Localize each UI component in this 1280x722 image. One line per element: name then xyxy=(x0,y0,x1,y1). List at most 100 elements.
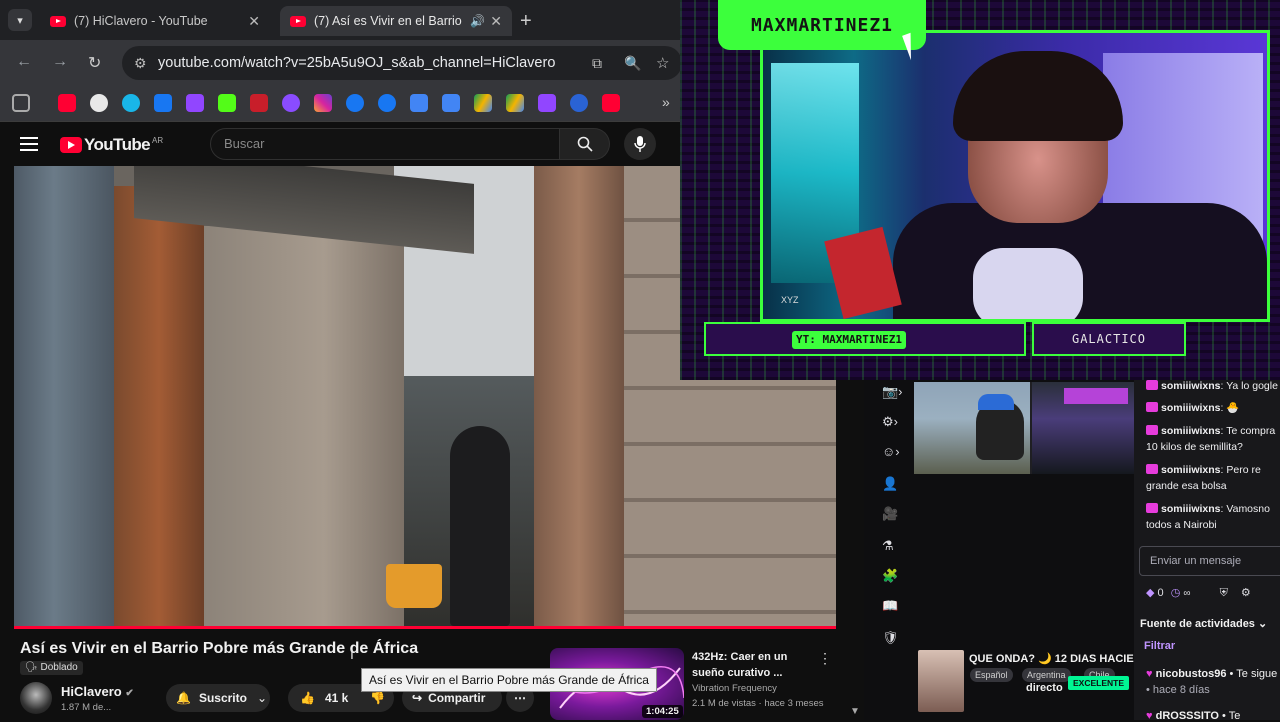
chat-username[interactable]: somiiiwixns xyxy=(1161,464,1221,476)
share-label: Compartir xyxy=(428,691,486,705)
chat-input[interactable]: Enviar un mensaje xyxy=(1139,546,1280,576)
tab-hiclavero[interactable]: (7) HiClavero - YouTube ✕ xyxy=(40,6,270,36)
shield-icon[interactable]: 🛡 xyxy=(882,630,899,646)
chat-settings-icon[interactable]: ⚙ xyxy=(1241,587,1251,599)
tab-title: (7) HiClavero - YouTube xyxy=(74,14,208,28)
edge-bookmark-icon[interactable] xyxy=(122,94,140,112)
subscriber-count: 1.87 M de... xyxy=(61,702,112,713)
search-input[interactable]: Buscar xyxy=(210,128,560,160)
u-bookmark-icon[interactable] xyxy=(570,94,588,112)
audio-playing-icon[interactable]: 🔊 xyxy=(470,14,485,28)
stream-info-thumbnail[interactable] xyxy=(918,650,964,712)
youtube-header: YouTube AR Buscar xyxy=(0,122,680,166)
dubbed-icon: 🗣 xyxy=(25,662,41,673)
tab-search-button[interactable]: ▾ xyxy=(8,9,32,31)
preview-cap xyxy=(978,394,1014,410)
apps-grid-icon[interactable] xyxy=(12,94,30,112)
subscribed-button[interactable]: 🔔 Suscrito ⌄ xyxy=(166,684,270,712)
reload-icon[interactable]: ↻ xyxy=(88,53,101,73)
menu-icon[interactable] xyxy=(20,137,38,151)
address-bar[interactable]: ⚙ youtube.com/watch?v=25bA5u9OJ_s&ab_cha… xyxy=(122,46,682,80)
bookmark-star-icon[interactable]: ☆ xyxy=(656,54,669,72)
site-info-icon[interactable]: ⚙ xyxy=(134,55,154,72)
youtube-handle-bar: YT: MAXMARTINEZ1 xyxy=(704,322,1026,356)
facebook-bookmark-icon-2[interactable] xyxy=(378,94,396,112)
filter-button[interactable]: Filtrar xyxy=(1144,640,1175,652)
youtube-handle: YT: MAXMARTINEZ1 xyxy=(792,331,906,349)
puzzle-icon[interactable]: 🧩 xyxy=(882,568,898,584)
youtube-logo[interactable]: YouTube AR xyxy=(60,135,163,155)
forward-arrow-icon[interactable]: → xyxy=(52,53,68,71)
shield-mode-icon[interactable]: ⛨ xyxy=(1220,587,1228,599)
video-rust-sheet xyxy=(114,186,204,628)
dislike-icon[interactable]: 👎 xyxy=(370,691,385,705)
recommended-menu-icon[interactable]: ⋮ xyxy=(818,650,832,667)
tag-espanol[interactable]: Español xyxy=(970,668,1013,682)
camera-tool-icon[interactable]: 📷› xyxy=(882,384,903,400)
drive-bookmark-icon[interactable] xyxy=(474,94,492,112)
drive-bookmark-icon-2[interactable] xyxy=(506,94,524,112)
purple-bookmark-icon[interactable] xyxy=(282,94,300,112)
close-tab-icon[interactable]: ✕ xyxy=(490,13,502,30)
channel-avatar[interactable] xyxy=(20,682,52,714)
stream-preview[interactable] xyxy=(914,382,1134,474)
facebook-bookmark-icon[interactable] xyxy=(346,94,364,112)
video-progress-bar[interactable] xyxy=(14,626,836,629)
youtube-bookmark-icon[interactable] xyxy=(58,94,76,112)
twitch-bookmark-icon[interactable] xyxy=(186,94,204,112)
live-label: directo xyxy=(1026,682,1063,694)
chat-message: somiiiwixns: 🐣 xyxy=(1146,400,1280,416)
chat-toolbar: ◆ 0 ◷ ∞ ⛨ ⚙ xyxy=(1146,586,1251,600)
more-bookmarks-icon[interactable]: » xyxy=(662,94,670,110)
activity-title-text: Fuente de actividades xyxy=(1140,618,1255,630)
recommended-video-title[interactable]: 432Hz: Caer en un sueño curativo ... xyxy=(692,649,812,681)
search-button[interactable] xyxy=(560,128,610,160)
docs-bookmark-icon[interactable] xyxy=(410,94,428,112)
timer-icon[interactable]: ◷ xyxy=(1171,587,1181,599)
tab-title: (7) Así es Vivir en el Barrio P xyxy=(314,14,464,28)
dashboard-sidebar: 📷› ⚙› ☺› 👤 🎥 ⚗ 🧩 📖 🛡 xyxy=(864,380,912,720)
back-arrow-icon[interactable]: ← xyxy=(16,53,32,71)
activity-username[interactable]: dROSSSITO xyxy=(1156,710,1219,722)
youtube-bookmark-icon-2[interactable] xyxy=(602,94,620,112)
stream-overlay: XYZ MAXMARTINEZ1 YT: MAXMARTINEZ1 GALACT… xyxy=(680,0,1280,380)
video-title: Así es Vivir en el Barrio Pobre más Gran… xyxy=(20,640,419,657)
activity-item: ♥ nicobustos96 • Te sigue • hace 8 días xyxy=(1146,666,1280,698)
twitch-bookmark-icon-2[interactable] xyxy=(538,94,556,112)
docs-bookmark-icon-2[interactable] xyxy=(442,94,460,112)
instagram-bookmark-icon[interactable] xyxy=(314,94,332,112)
chat-username[interactable]: somiiiwixns xyxy=(1161,503,1221,515)
bits-icon[interactable]: ◆ xyxy=(1146,587,1158,599)
preview-neon xyxy=(1064,388,1128,404)
settings-tool-icon[interactable]: ⚙› xyxy=(882,414,898,430)
zoom-icon[interactable]: 🔍 xyxy=(624,55,641,72)
emote-tool-icon[interactable]: ☺› xyxy=(882,444,900,459)
recommended-channel[interactable]: Vibration Frequency xyxy=(692,683,777,694)
activity-username[interactable]: nicobustos96 xyxy=(1156,668,1227,680)
channel-name[interactable]: HiClavero ✔ xyxy=(61,684,134,699)
scroll-down-arrow-icon[interactable]: ▼ xyxy=(850,706,860,717)
voice-search-button[interactable] xyxy=(624,128,656,160)
tag-argentina[interactable]: Argentina xyxy=(1022,668,1071,682)
chat-username[interactable]: somiiiwixns xyxy=(1161,402,1221,414)
stream-title[interactable]: QUE ONDA? 🌙 12 DIAS HACIEND xyxy=(969,652,1135,665)
chat-text: Ya lo gogle xyxy=(1226,380,1278,392)
close-tab-icon[interactable]: ✕ xyxy=(248,13,260,30)
tab-video-active[interactable]: (7) Así es Vivir en el Barrio P 🔊 ✕ xyxy=(280,6,512,36)
add-user-icon[interactable]: 👤 xyxy=(882,476,898,492)
activity-feed-title[interactable]: Fuente de actividades ⌄ xyxy=(1140,617,1267,630)
video-icon[interactable]: 🎥 xyxy=(882,506,898,522)
new-tab-button[interactable]: + xyxy=(520,10,532,33)
red-bookmark-icon[interactable] xyxy=(250,94,268,112)
mod-icon[interactable]: ⚗ xyxy=(882,538,894,554)
kick-bookmark-icon[interactable] xyxy=(218,94,236,112)
meta-bookmark-icon[interactable] xyxy=(154,94,172,112)
like-icon[interactable]: 👍 xyxy=(300,691,315,705)
chat-username[interactable]: somiiiwixns xyxy=(1161,425,1221,437)
chat-username[interactable]: somiiiwixns xyxy=(1161,380,1221,392)
team-name: GALACTICO xyxy=(1071,332,1147,346)
install-app-icon[interactable]: ⧉ xyxy=(592,55,602,72)
openai-bookmark-icon[interactable] xyxy=(90,94,108,112)
book-icon[interactable]: 📖 xyxy=(882,598,898,614)
like-count[interactable]: 41 k xyxy=(325,691,348,705)
